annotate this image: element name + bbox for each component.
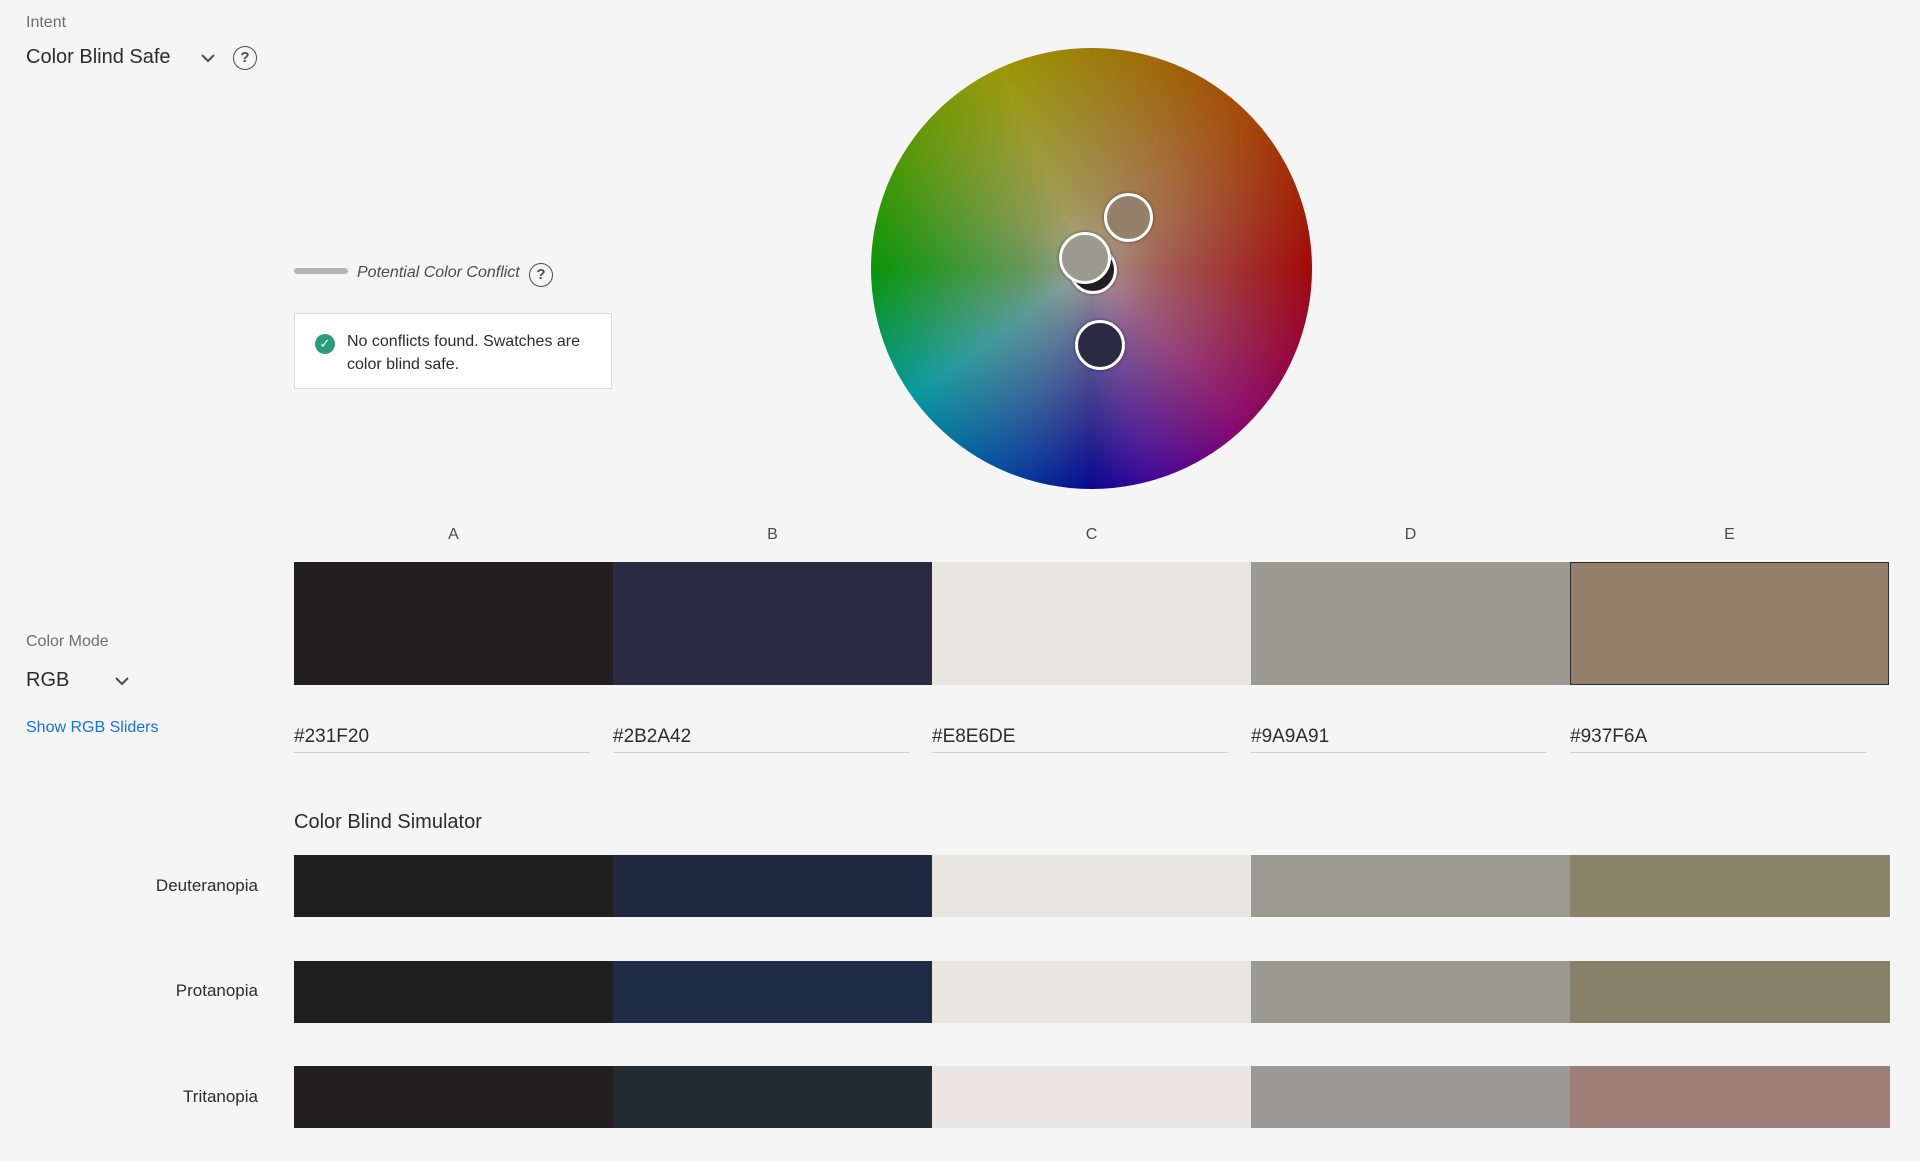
sim-swatch-protanopia-e — [1570, 961, 1890, 1023]
hex-input-d[interactable]: #9A9A91 — [1251, 722, 1547, 753]
intent-label: Intent — [26, 14, 67, 31]
sim-swatch-deuteranopia-d — [1251, 855, 1571, 917]
color-wheel[interactable] — [871, 48, 1312, 489]
sim-swatch-tritanopia-d — [1251, 1066, 1571, 1128]
color-mode-label: Color Mode — [26, 633, 109, 650]
swatch-e[interactable] — [1570, 562, 1889, 685]
swatch-d[interactable] — [1251, 562, 1570, 685]
chevron-down-icon — [115, 676, 129, 685]
chevron-down-icon — [201, 53, 215, 62]
sim-swatch-tritanopia-b — [613, 1066, 933, 1128]
sim-swatch-deuteranopia-c — [932, 855, 1252, 917]
column-label-c: C — [1085, 526, 1098, 543]
conflict-help-icon[interactable]: ? — [529, 263, 553, 287]
sim-swatch-protanopia-b — [613, 961, 933, 1023]
sim-label-tritanopia: Tritanopia — [183, 1087, 258, 1106]
color-mode-value: RGB — [26, 669, 70, 691]
simulator-title: Color Blind Simulator — [294, 811, 482, 833]
swatch-c[interactable] — [932, 562, 1251, 685]
check-icon: ✓ — [315, 334, 335, 354]
intent-value: Color Blind Safe — [26, 46, 171, 68]
sim-swatch-tritanopia-c — [932, 1066, 1252, 1128]
sim-swatch-protanopia-c — [932, 961, 1252, 1023]
wheel-handle-e[interactable] — [1104, 193, 1153, 242]
wheel-handle-d[interactable] — [1059, 232, 1111, 284]
column-label-a: A — [448, 526, 459, 543]
help-icon[interactable]: ? — [233, 46, 257, 70]
hex-input-c[interactable]: #E8E6DE — [932, 722, 1228, 753]
sim-swatch-protanopia-d — [1251, 961, 1571, 1023]
sim-label-protanopia: Protanopia — [175, 981, 258, 1000]
sim-swatch-tritanopia-e — [1570, 1066, 1890, 1128]
sim-swatch-deuteranopia-e — [1570, 855, 1890, 917]
conflict-status-text: No conflicts found. Swatches are color b… — [347, 333, 581, 373]
wheel-handle-b[interactable] — [1075, 320, 1125, 370]
intent-dropdown[interactable]: Color Blind Safe — [26, 46, 218, 69]
sim-label-deuteranopia: Deuteranopia — [155, 876, 258, 895]
show-rgb-sliders-link[interactable]: Show RGB Sliders — [26, 719, 159, 737]
sim-swatch-deuteranopia-b — [613, 855, 933, 917]
hex-input-b[interactable]: #2B2A42 — [613, 722, 909, 753]
color-mode-dropdown[interactable]: RGB — [26, 669, 132, 692]
hex-input-e[interactable]: #937F6A — [1570, 722, 1866, 753]
conflict-status-box: ✓ No conflicts found. Swatches are color… — [294, 313, 612, 389]
sim-swatch-tritanopia-a — [294, 1066, 614, 1128]
column-label-e: E — [1724, 526, 1735, 543]
column-label-b: B — [767, 526, 778, 543]
column-label-d: D — [1404, 526, 1417, 543]
conflict-legend-line — [294, 268, 348, 274]
hex-input-a[interactable]: #231F20 — [294, 722, 590, 753]
sim-swatch-protanopia-a — [294, 961, 614, 1023]
swatch-a[interactable] — [294, 562, 613, 685]
swatch-b[interactable] — [613, 562, 932, 685]
sim-swatch-deuteranopia-a — [294, 855, 614, 917]
conflict-legend-label: Potential Color Conflict — [357, 264, 520, 281]
